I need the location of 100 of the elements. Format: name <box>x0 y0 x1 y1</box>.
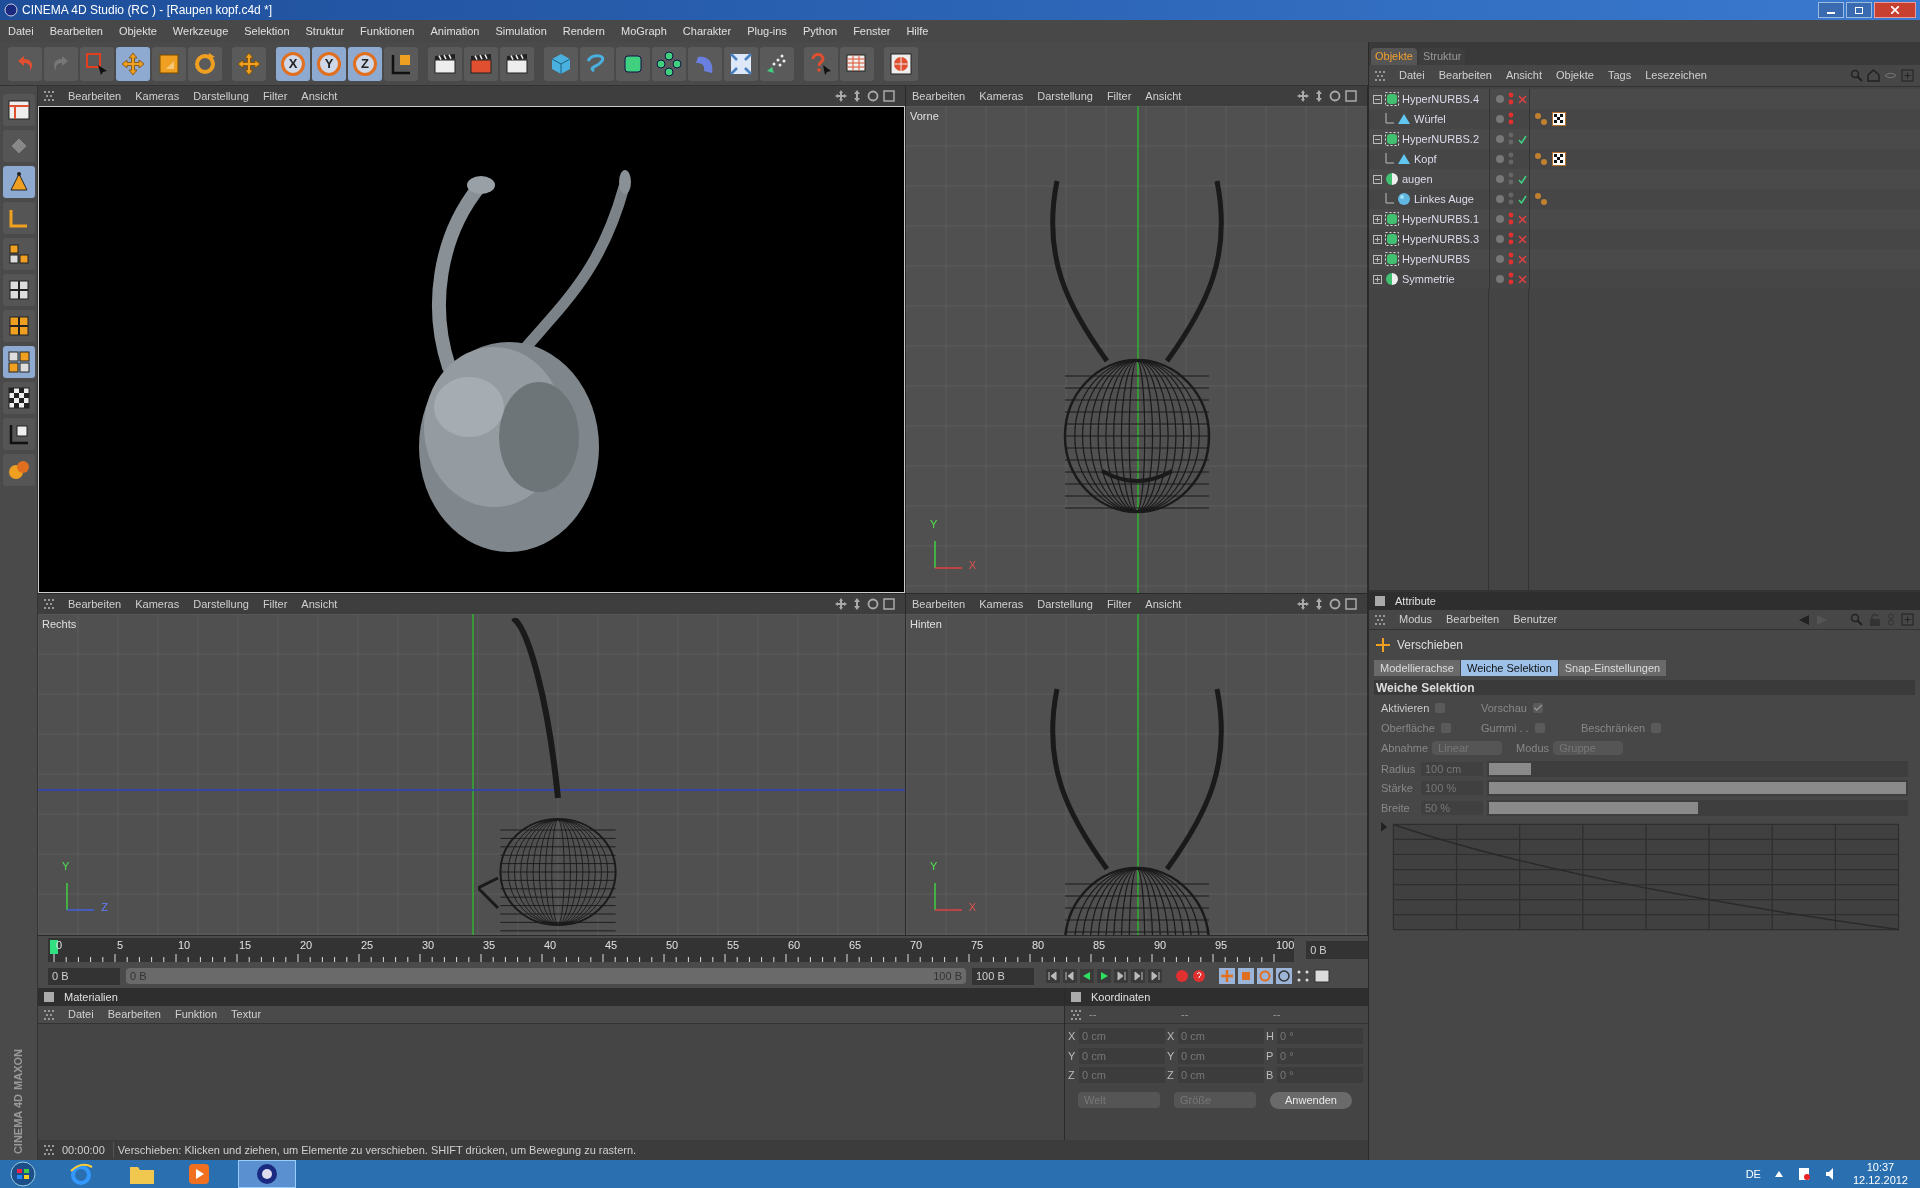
move-view-icon[interactable] <box>1297 90 1309 102</box>
start-icon[interactable] <box>8 1161 38 1187</box>
menu-item[interactable]: Fenster <box>853 22 891 40</box>
panel-toggle-icon[interactable] <box>1375 596 1385 606</box>
attribute-tab[interactable]: Weiche Selektion <box>1461 660 1558 676</box>
zoom-view-icon[interactable] <box>1313 90 1325 102</box>
step-icon[interactable] <box>1131 969 1145 983</box>
menu-item[interactable]: Hilfe <box>906 22 929 40</box>
step-icon[interactable] <box>1114 969 1128 983</box>
toolbar-button[interactable] <box>840 46 874 81</box>
viewport-menu-item[interactable]: Ansicht <box>1145 595 1182 613</box>
viewport-menu-item[interactable]: Kameras <box>135 87 180 105</box>
phong-tag-icon[interactable] <box>1534 192 1548 206</box>
viewport-menu-item[interactable]: Bearbeiten <box>68 595 122 613</box>
menu-item[interactable]: Bearbeiten <box>49 22 103 40</box>
viewport-menu-item[interactable]: Darstellung <box>1037 595 1093 613</box>
cross-icon[interactable] <box>1518 274 1527 284</box>
maximize-icon[interactable] <box>883 90 895 102</box>
tool-button[interactable] <box>2 310 35 342</box>
maximize-icon[interactable] <box>883 598 895 610</box>
panel-toggle-icon[interactable] <box>1071 992 1081 1002</box>
viewport-menu-item[interactable]: Bearbeiten <box>912 87 966 105</box>
minimize-button[interactable] <box>1818 2 1844 18</box>
texture-tag-icon[interactable] <box>1552 112 1566 126</box>
maximize-icon[interactable] <box>1345 90 1357 102</box>
menu-item[interactable]: Charakter <box>682 22 732 40</box>
visibility-dots-icon[interactable] <box>1508 112 1514 126</box>
panel-tab[interactable]: Struktur <box>1418 48 1466 65</box>
menu-item[interactable]: Werkzeuge <box>172 22 229 40</box>
move-view-icon[interactable] <box>835 598 847 610</box>
collapse-icon[interactable] <box>1373 134 1382 144</box>
tool-button[interactable] <box>2 346 35 378</box>
step-icon[interactable] <box>1148 969 1162 983</box>
cross-icon[interactable] <box>1518 214 1527 224</box>
panel-toggle-icon[interactable] <box>44 992 54 1002</box>
object-row[interactable]: HyperNURBS.2 <box>1369 129 1920 149</box>
visibility-dots-icon[interactable] <box>1508 252 1514 266</box>
zoom-view-icon[interactable] <box>851 598 863 610</box>
visibility-dots-icon[interactable] <box>1508 172 1514 186</box>
menu-item[interactable]: Struktur <box>305 22 345 40</box>
menu-item[interactable]: Python <box>802 22 838 40</box>
expand-icon[interactable] <box>1373 234 1382 244</box>
visibility-dots-icon[interactable] <box>1508 192 1514 206</box>
help-icon[interactable] <box>1192 969 1206 983</box>
toolbar-button[interactable] <box>428 46 462 81</box>
cross-icon[interactable] <box>1518 234 1527 244</box>
viewport-menu-item[interactable]: Filter <box>262 87 288 105</box>
tool-button[interactable] <box>2 382 35 414</box>
points-key-icon[interactable] <box>1295 968 1311 984</box>
cross-icon[interactable] <box>1518 254 1527 264</box>
play-icon[interactable] <box>1097 969 1111 983</box>
toolbar-button[interactable] <box>616 46 650 81</box>
step-icon[interactable] <box>1046 969 1060 983</box>
visibility-dots-icon[interactable] <box>1508 152 1514 166</box>
expand-icon[interactable] <box>1373 214 1382 224</box>
browser-icon[interactable] <box>68 1161 94 1187</box>
menu-item[interactable]: Modus <box>1399 611 1433 628</box>
attribute-tab[interactable]: Modellierachse <box>1374 660 1460 676</box>
collapse-icon[interactable] <box>1373 174 1382 184</box>
menu-item[interactable]: Plug-ins <box>747 22 787 40</box>
menu-item[interactable]: Objekte <box>118 22 157 40</box>
viewport-menu-item[interactable]: Darstellung <box>193 595 249 613</box>
menu-item[interactable]: Funktion <box>174 1006 218 1023</box>
rotate-view-icon[interactable] <box>867 90 879 102</box>
end-frame-field[interactable]: 100 B <box>972 967 1034 985</box>
tool-button[interactable] <box>2 238 35 270</box>
menu-item[interactable]: Animation <box>430 22 480 40</box>
expand-icon[interactable] <box>1373 274 1382 284</box>
maximize-icon[interactable] <box>1345 598 1357 610</box>
move-view-icon[interactable] <box>835 90 847 102</box>
rotate-view-icon[interactable] <box>867 598 879 610</box>
media-player-icon[interactable] <box>186 1161 212 1187</box>
viewport-menu-item[interactable]: Kameras <box>979 87 1024 105</box>
menu-item[interactable]: Simulation <box>495 22 547 40</box>
menu-item[interactable]: Funktionen <box>360 22 415 40</box>
close-button[interactable] <box>1874 2 1916 18</box>
flag-icon[interactable] <box>1796 1167 1811 1181</box>
restore-button[interactable] <box>1846 2 1872 18</box>
start-frame-field[interactable]: 0 B <box>48 967 120 985</box>
parameter-key-icon[interactable] <box>1276 968 1292 984</box>
move-view-icon[interactable] <box>1297 598 1309 610</box>
menu-item[interactable]: Lesezeichen <box>1645 67 1707 84</box>
menu-item[interactable]: Bearbeiten <box>1438 67 1492 84</box>
viewport-menu-item[interactable]: Filter <box>262 595 288 613</box>
attribute-tab[interactable]: Snap-Einstellungen <box>1558 660 1667 676</box>
slider-track[interactable] <box>1487 760 1908 777</box>
object-row[interactable]: HyperNURBS <box>1369 249 1920 269</box>
menu-item[interactable]: Bearbeiten <box>1446 611 1500 628</box>
menu-item[interactable]: Selektion <box>244 22 290 40</box>
viewport-menu-item[interactable]: Ansicht <box>301 595 338 613</box>
panel-tab[interactable]: Objekte <box>1371 48 1417 65</box>
viewport-menu-item[interactable]: Ansicht <box>301 87 338 105</box>
slider-track[interactable] <box>1487 799 1908 816</box>
rotate-view-icon[interactable] <box>1329 90 1341 102</box>
object-row[interactable]: augen <box>1369 169 1920 189</box>
menu-item[interactable]: Objekte <box>1556 67 1594 84</box>
caret-icon[interactable] <box>1774 1171 1783 1177</box>
current-frame-field[interactable]: 0 B <box>1306 941 1368 959</box>
viewport-menu-item[interactable]: Ansicht <box>1145 87 1182 105</box>
toolbar-button[interactable] <box>724 46 758 81</box>
